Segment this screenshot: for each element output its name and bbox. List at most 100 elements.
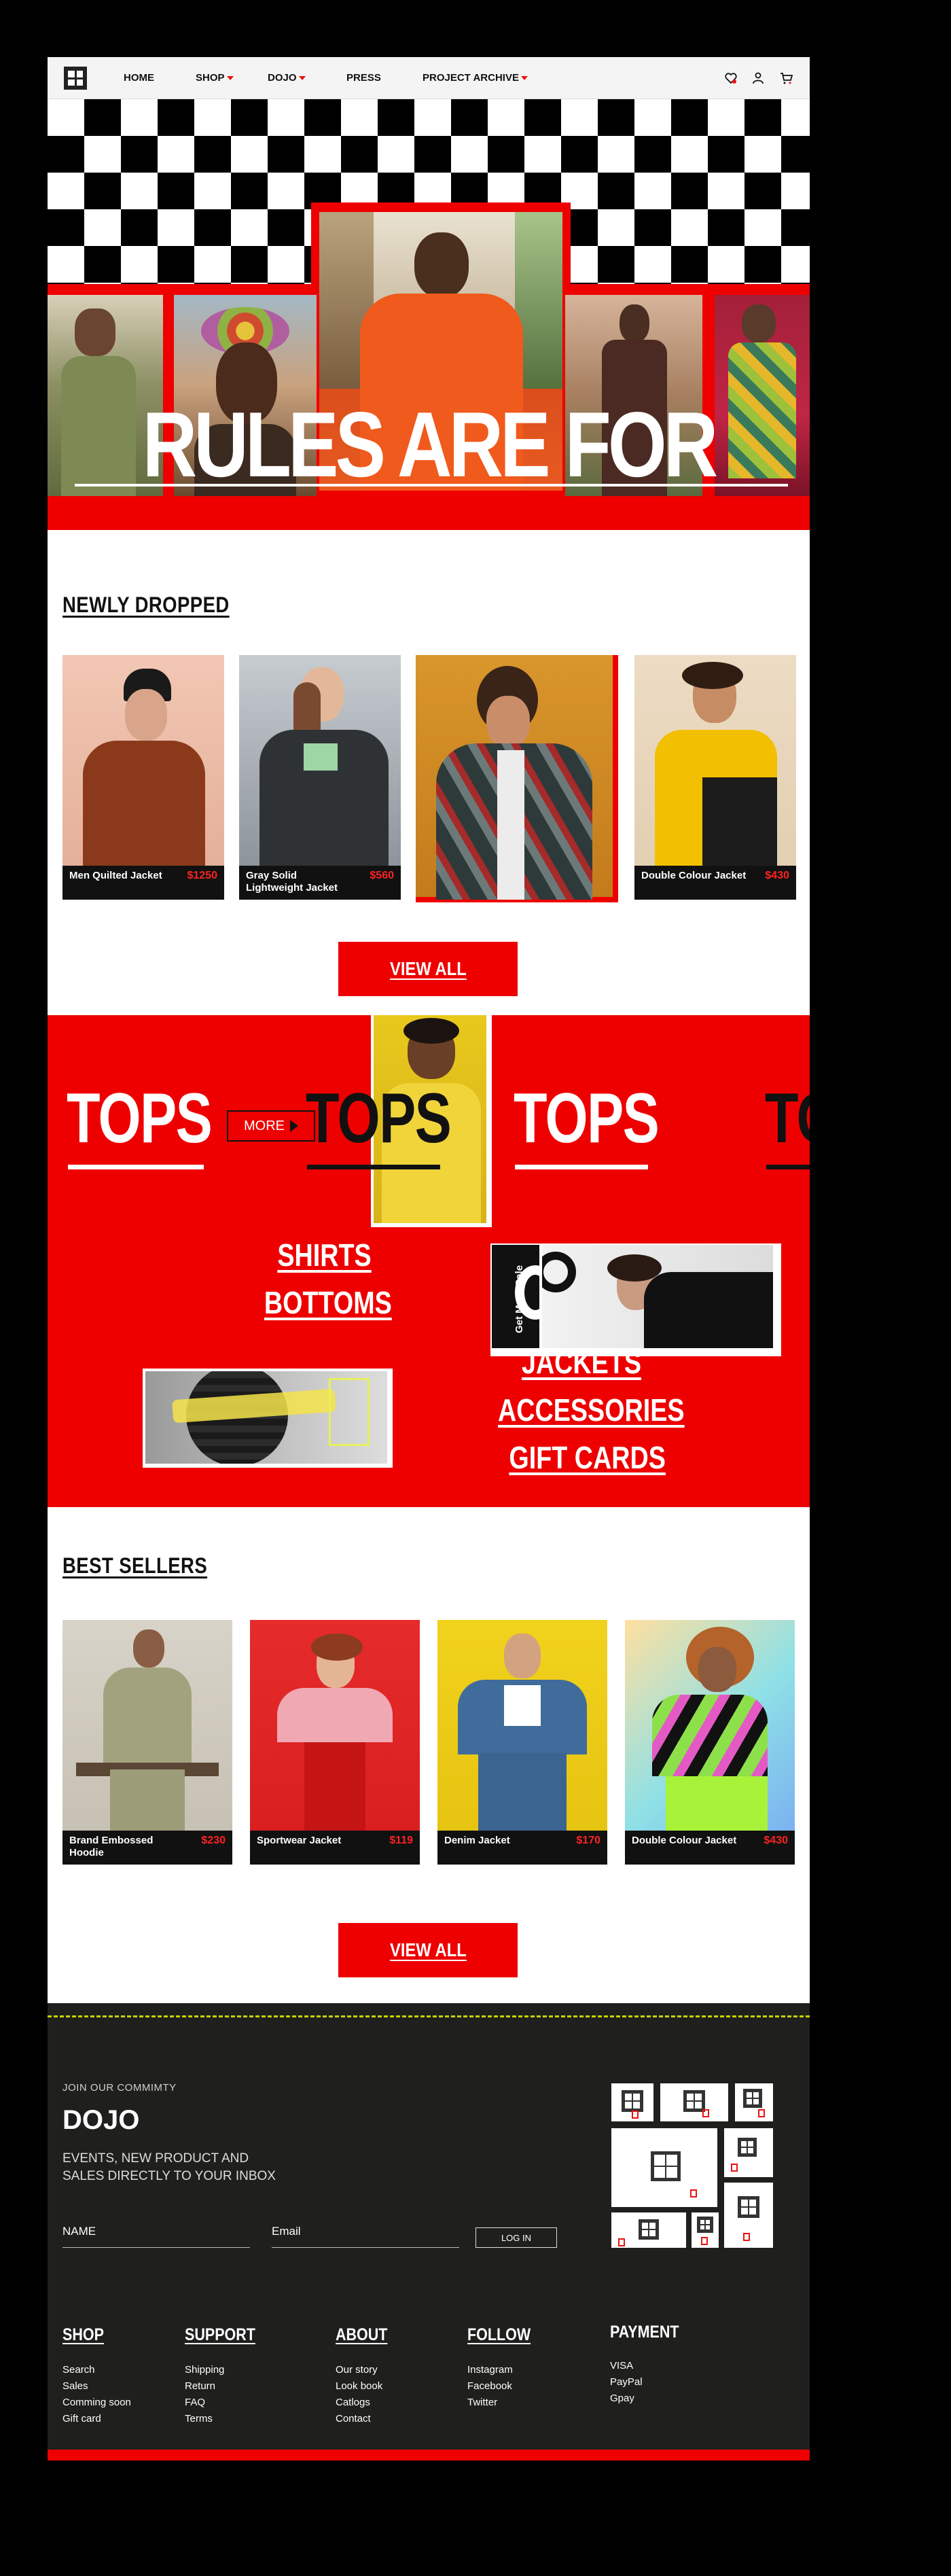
top-nav: HOME SHOP DOJO PRESS PROJECT ARCHIVE bbox=[48, 57, 810, 99]
product-image bbox=[634, 655, 796, 866]
product-card[interactable]: Men Quilted Jacket $1250 bbox=[62, 655, 224, 900]
product-card[interactable]: Sportwear Jacket $119 bbox=[250, 1620, 420, 1865]
footer-link[interactable]: Gift card bbox=[62, 2411, 101, 2427]
footer-link[interactable]: Catlogs bbox=[336, 2395, 370, 2411]
arrow-right-icon bbox=[290, 1120, 298, 1132]
name-field[interactable]: NAME bbox=[62, 2221, 250, 2248]
login-label: LOG IN bbox=[501, 2232, 532, 2243]
product-price: $430 bbox=[764, 1835, 788, 1846]
footer: JOIN OUR COMMIMTY DOJO EVENTS, NEW PRODU… bbox=[48, 2003, 810, 2460]
footer-tagline-line-1: EVENTS, NEW PRODUCT AND bbox=[62, 2151, 249, 2166]
chevron-down-icon bbox=[226, 75, 234, 80]
footer-dashed-divider bbox=[48, 2015, 810, 2017]
product-name: Sportwear Jacket bbox=[257, 1835, 342, 1846]
footer-link[interactable]: Instagram bbox=[467, 2362, 513, 2378]
category-link-accessories[interactable]: ACCESSORIES bbox=[498, 1392, 685, 1428]
sale-banner[interactable]: Get More Sale bbox=[490, 1243, 781, 1356]
category-link-shirts[interactable]: SHIRTS bbox=[277, 1237, 371, 1273]
footer-heading-payment: PAYMENT bbox=[610, 2323, 679, 2342]
nav-project-archive[interactable]: PROJECT ARCHIVE bbox=[423, 72, 528, 84]
cart-icon[interactable] bbox=[780, 71, 793, 85]
nav-project-archive-label: PROJECT ARCHIVE bbox=[423, 72, 519, 84]
chevron-down-icon bbox=[298, 75, 306, 80]
footer-link[interactable]: Search bbox=[62, 2362, 95, 2378]
product-name: Men Quilted Jacket bbox=[69, 870, 162, 881]
footer-link[interactable]: Comming soon bbox=[62, 2395, 131, 2411]
nav-home-label: HOME bbox=[124, 72, 154, 84]
view-all-button[interactable]: VIEW ALL bbox=[338, 1923, 518, 1977]
tops-underline-dark bbox=[307, 1165, 440, 1169]
footer-link[interactable]: Facebook bbox=[467, 2378, 512, 2395]
tops-heading-dark[interactable]: TOPS bbox=[765, 1083, 810, 1154]
more-button[interactable]: MORE bbox=[227, 1110, 315, 1142]
product-name: Brand Embossed Hoodie bbox=[69, 1835, 154, 1858]
footer-link[interactable]: Twitter bbox=[467, 2395, 497, 2411]
view-all-button[interactable]: VIEW ALL bbox=[338, 942, 518, 996]
join-community-label: JOIN OUR COMMIMTY bbox=[62, 2082, 177, 2094]
nav-home[interactable]: HOME bbox=[124, 72, 154, 84]
login-button[interactable]: LOG IN bbox=[476, 2227, 557, 2248]
product-price: $1250 bbox=[187, 870, 218, 881]
category-link-gift-cards[interactable]: GIFT CARDS bbox=[509, 1439, 666, 1476]
product-price: $119 bbox=[389, 1835, 413, 1846]
product-card-featured[interactable] bbox=[416, 655, 618, 902]
product-name: Double Colour Jacket bbox=[641, 870, 747, 881]
nav-shop[interactable]: SHOP bbox=[196, 72, 234, 84]
footer-link[interactable]: Shipping bbox=[185, 2362, 224, 2378]
nav-press-label: PRESS bbox=[346, 72, 381, 84]
footer-link[interactable]: Contact bbox=[336, 2411, 371, 2427]
product-price: $170 bbox=[576, 1835, 600, 1846]
footer-link[interactable]: Return bbox=[185, 2378, 215, 2395]
logo-tile bbox=[735, 2083, 773, 2121]
product-name: Gray Solid Lightweight Jacket bbox=[246, 870, 338, 894]
product-name: Denim Jacket bbox=[444, 1835, 510, 1846]
product-price: $430 bbox=[765, 870, 789, 881]
product-card[interactable]: Brand Embossed Hoodie $230 bbox=[62, 1620, 232, 1865]
category-link-jackets[interactable]: JACKETS bbox=[520, 1344, 643, 1381]
logo-tile bbox=[724, 2128, 773, 2177]
tops-heading-dark[interactable]: TOPS bbox=[306, 1083, 452, 1154]
wishlist-icon[interactable] bbox=[724, 71, 738, 85]
user-icon[interactable] bbox=[751, 71, 765, 85]
email-field[interactable]: Email bbox=[272, 2221, 459, 2248]
footer-link[interactable]: Our story bbox=[336, 2362, 378, 2378]
category-band: TOPS MORE TOPS TOPS TOPS SHIRTS BOTTOMS … bbox=[48, 1015, 810, 1507]
logo-tile bbox=[660, 2083, 728, 2121]
product-image bbox=[239, 655, 401, 866]
product-card[interactable]: Double Colour Jacket $430 bbox=[634, 655, 796, 900]
footer-heading-support: SUPPORT bbox=[185, 2325, 255, 2344]
tops-heading[interactable]: TOPS bbox=[67, 1083, 213, 1154]
footer-link[interactable]: Sales bbox=[62, 2378, 88, 2395]
nav-dojo[interactable]: DOJO bbox=[268, 72, 306, 84]
name-field-placeholder: NAME bbox=[62, 2225, 96, 2238]
product-image bbox=[625, 1620, 795, 1831]
product-card[interactable]: Double Colour Jacket $430 bbox=[625, 1620, 795, 1865]
nav-dojo-label: DOJO bbox=[268, 72, 297, 84]
page: HOME SHOP DOJO PRESS PROJECT ARCHIVE RUL… bbox=[48, 57, 810, 2460]
nav-press[interactable]: PRESS bbox=[346, 72, 381, 84]
footer-tagline-line-2: SALES DIRECTLY TO YOUR INBOX bbox=[62, 2169, 276, 2183]
product-card[interactable]: Gray Solid Lightweight Jacket $560 bbox=[239, 655, 401, 900]
product-card[interactable]: Denim Jacket $170 bbox=[437, 1620, 607, 1865]
footer-link[interactable]: Terms bbox=[185, 2411, 213, 2427]
product-image bbox=[416, 655, 613, 900]
section-title-newly-dropped: NEWLY DROPPED bbox=[62, 593, 230, 617]
footer-red-bar bbox=[48, 2450, 810, 2460]
hero-underline bbox=[75, 484, 788, 487]
product-name: Double Colour Jacket bbox=[632, 1835, 737, 1846]
product-image bbox=[250, 1620, 420, 1831]
view-all-label: VIEW ALL bbox=[389, 958, 467, 979]
footer-heading-follow: FOLLOW bbox=[467, 2325, 531, 2344]
product-info-bar: Denim Jacket $170 bbox=[437, 1831, 607, 1865]
footer-link[interactable]: FAQ bbox=[185, 2395, 205, 2411]
hero-banner: RULES ARE FOR SHEEP bbox=[48, 99, 810, 530]
tops-heading[interactable]: TOPS bbox=[514, 1083, 660, 1154]
logo-tile bbox=[724, 2183, 773, 2248]
category-link-bottoms[interactable]: BOTTOMS bbox=[264, 1284, 392, 1321]
dojo-logo[interactable] bbox=[64, 67, 87, 90]
product-info-bar: Gray Solid Lightweight Jacket $560 bbox=[239, 866, 401, 900]
footer-link[interactable]: Look book bbox=[336, 2378, 382, 2395]
tops-underline-dark bbox=[766, 1165, 810, 1169]
accessories-banner[interactable] bbox=[143, 1369, 393, 1468]
footer-payment-item: VISA bbox=[610, 2360, 634, 2371]
